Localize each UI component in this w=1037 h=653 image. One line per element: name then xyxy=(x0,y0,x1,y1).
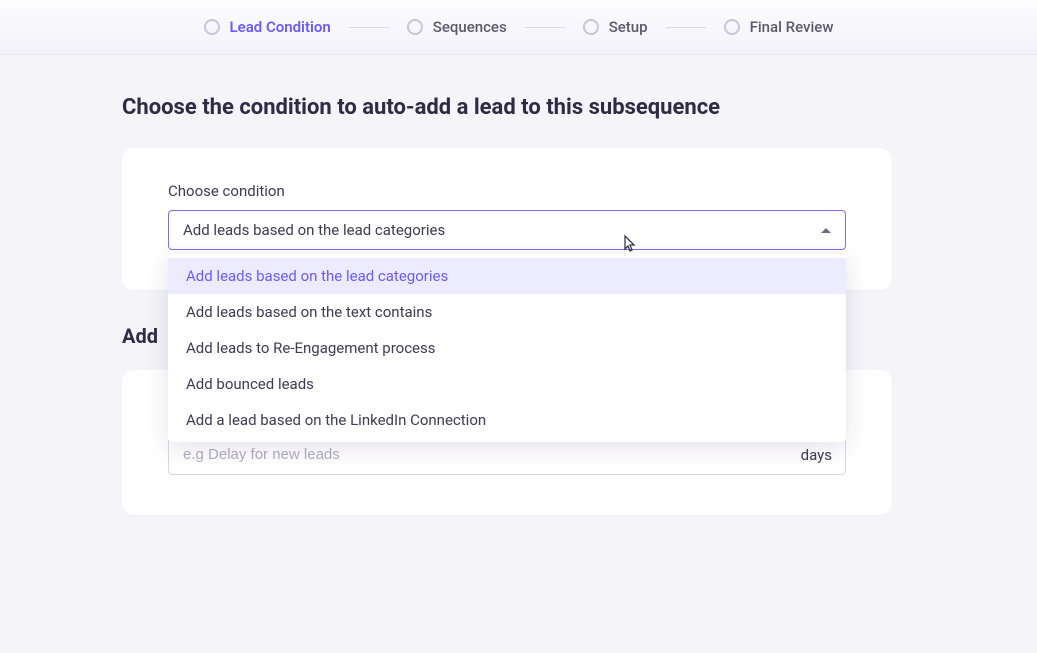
step-circle-icon xyxy=(583,19,599,35)
stepper-inner: Lead Condition Sequences Setup Final Rev… xyxy=(204,18,834,36)
step-connector xyxy=(666,27,706,28)
step-circle-icon xyxy=(407,19,423,35)
step-sequences[interactable]: Sequences xyxy=(407,18,507,36)
condition-card: Choose condition Add leads based on the … xyxy=(122,148,892,290)
condition-dropdown: Add leads based on the lead categories A… xyxy=(168,254,846,442)
step-circle-icon xyxy=(204,19,220,35)
step-connector xyxy=(525,27,565,28)
condition-select[interactable]: Add leads based on the lead categories xyxy=(168,210,846,250)
condition-label: Choose condition xyxy=(168,182,846,200)
step-setup[interactable]: Setup xyxy=(583,18,648,36)
dropdown-item-re-engagement[interactable]: Add leads to Re-Engagement process xyxy=(168,330,846,366)
step-label: Sequences xyxy=(433,18,507,36)
condition-selected-value: Add leads based on the lead categories xyxy=(183,221,445,239)
stepper-bar: Lead Condition Sequences Setup Final Rev… xyxy=(0,0,1037,55)
delay-suffix: days xyxy=(801,446,832,464)
step-lead-condition[interactable]: Lead Condition xyxy=(204,18,331,36)
page-title: Choose the condition to auto-add a lead … xyxy=(122,95,892,120)
step-label: Final Review xyxy=(750,18,834,36)
dropdown-item-bounced[interactable]: Add bounced leads xyxy=(168,366,846,402)
dropdown-item-linkedin[interactable]: Add a lead based on the LinkedIn Connect… xyxy=(168,402,846,438)
step-label: Setup xyxy=(609,18,648,36)
step-final-review[interactable]: Final Review xyxy=(724,18,834,36)
dropdown-item-text-contains[interactable]: Add leads based on the text contains xyxy=(168,294,846,330)
step-connector xyxy=(349,27,389,28)
dropdown-item-lead-categories[interactable]: Add leads based on the lead categories xyxy=(168,258,846,294)
caret-up-icon xyxy=(821,228,831,233)
step-circle-icon xyxy=(724,19,740,35)
step-label: Lead Condition xyxy=(230,18,331,36)
